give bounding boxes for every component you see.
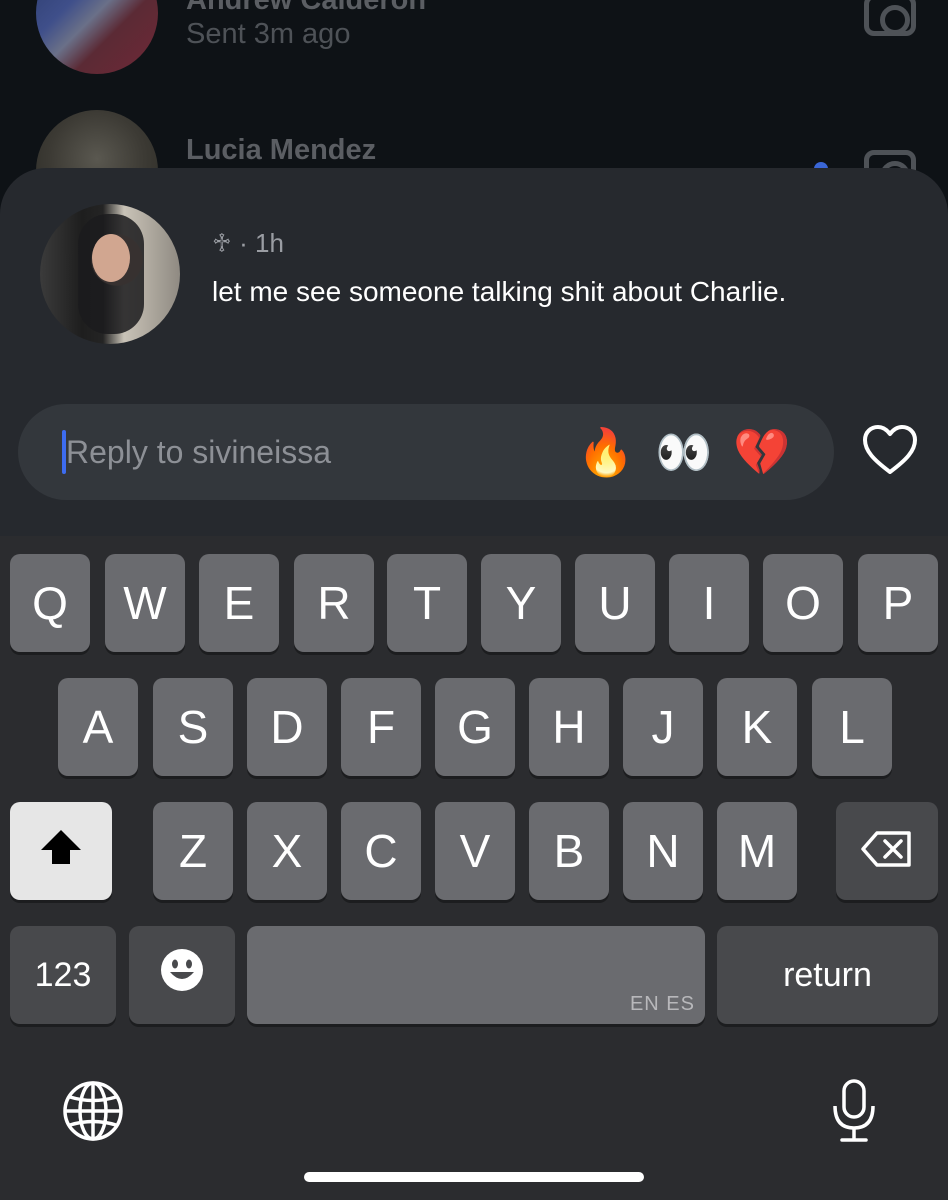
- key-e[interactable]: E: [199, 554, 279, 652]
- key-z[interactable]: Z: [153, 802, 233, 900]
- key-t[interactable]: T: [387, 554, 467, 652]
- note-reply-sheet: ♱ · 1h let me see someone talking shit a…: [0, 168, 948, 548]
- camera-icon[interactable]: [864, 0, 916, 36]
- chat-status: Sent 3m ago: [186, 18, 351, 50]
- backspace-icon: [861, 824, 913, 878]
- keyboard: Q W E R T Y U I O P A S D F G H J K L Z …: [0, 536, 948, 1200]
- key-j[interactable]: J: [623, 678, 703, 776]
- backspace-key[interactable]: [836, 802, 938, 900]
- shift-key[interactable]: [10, 802, 112, 900]
- key-n[interactable]: N: [623, 802, 703, 900]
- fire-reaction-button[interactable]: 🔥: [576, 422, 636, 482]
- note-author-avatar[interactable]: [40, 204, 180, 344]
- key-h[interactable]: H: [529, 678, 609, 776]
- key-r[interactable]: R: [294, 554, 374, 652]
- return-key[interactable]: return: [717, 926, 938, 1024]
- key-i[interactable]: I: [669, 554, 749, 652]
- home-indicator[interactable]: [304, 1172, 644, 1182]
- avatar: [36, 0, 158, 74]
- key-m[interactable]: M: [717, 802, 797, 900]
- key-s[interactable]: S: [153, 678, 233, 776]
- key-c[interactable]: C: [341, 802, 421, 900]
- chat-name: Andrew Calderon: [186, 0, 427, 16]
- key-x[interactable]: X: [247, 802, 327, 900]
- note-text: let me see someone talking shit about Ch…: [212, 276, 787, 307]
- broken-heart-reaction-button[interactable]: 💔: [732, 422, 792, 482]
- key-q[interactable]: Q: [10, 554, 90, 652]
- space-language-tag: EN ES: [629, 993, 695, 1015]
- key-u[interactable]: U: [575, 554, 655, 652]
- key-v[interactable]: V: [435, 802, 515, 900]
- note-meta: ♱ · 1h: [212, 228, 284, 258]
- reply-field-container[interactable]: 🔥 👀 💔: [18, 404, 834, 500]
- shift-icon: [38, 824, 84, 878]
- key-l[interactable]: L: [812, 678, 892, 776]
- emoji-icon: [159, 947, 205, 1004]
- chat-row[interactable]: Andrew Calderon Sent 3m ago: [0, 0, 948, 110]
- heart-icon[interactable]: [862, 424, 918, 476]
- key-a[interactable]: A: [58, 678, 138, 776]
- key-k[interactable]: K: [717, 678, 797, 776]
- key-y[interactable]: Y: [481, 554, 561, 652]
- key-o[interactable]: O: [763, 554, 843, 652]
- key-p[interactable]: P: [858, 554, 938, 652]
- key-g[interactable]: G: [435, 678, 515, 776]
- emoji-key[interactable]: [129, 926, 235, 1024]
- key-w[interactable]: W: [105, 554, 185, 652]
- key-b[interactable]: B: [529, 802, 609, 900]
- reply-input[interactable]: [66, 424, 546, 480]
- numbers-key[interactable]: 123: [10, 926, 116, 1024]
- globe-icon[interactable]: [62, 1080, 124, 1142]
- eyes-reaction-button[interactable]: 👀: [654, 422, 714, 482]
- space-key[interactable]: EN ES: [247, 926, 705, 1024]
- microphone-icon[interactable]: [830, 1078, 878, 1144]
- key-d[interactable]: D: [247, 678, 327, 776]
- key-f[interactable]: F: [341, 678, 421, 776]
- chat-name: Lucia Mendez: [186, 134, 377, 166]
